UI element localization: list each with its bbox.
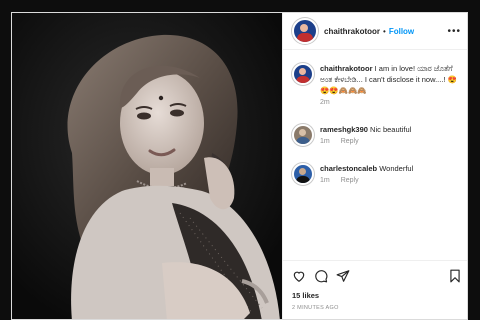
comment-text-block: chaithrakotoor I am in love! ಯಾರ ಜೊತೆಗೆ …	[320, 63, 462, 96]
comment-meta: 1m Reply	[320, 177, 462, 184]
avatar[interactable]	[292, 163, 314, 185]
comment-text-block: rameshgk390 Nic beautiful	[320, 124, 462, 135]
send-icon[interactable]	[336, 269, 350, 283]
avatar[interactable]	[292, 63, 314, 85]
comment-time: 1m	[320, 138, 330, 145]
heart-icon[interactable]	[292, 269, 306, 283]
bookmark-icon[interactable]	[448, 269, 462, 283]
comment-username[interactable]: rameshgk390	[320, 125, 368, 134]
comment-username[interactable]: charlestoncaleb	[320, 164, 377, 173]
reply-button[interactable]: Reply	[341, 138, 359, 145]
more-options-icon[interactable]: •••	[447, 26, 461, 37]
comment-item: charlestoncaleb Wonderful 1m Reply	[292, 163, 462, 185]
comment-text: Nic beautiful	[370, 125, 412, 134]
comment-meta: 1m Reply	[320, 138, 462, 145]
action-bar: 15 likes 2 MINUTES AGO	[283, 260, 467, 319]
comment-icon[interactable]	[314, 269, 328, 283]
comment-meta: 2m	[320, 99, 462, 106]
post-username[interactable]: chaithrakotoor	[324, 27, 380, 36]
post-header: chaithrakotoor • Follow •••	[283, 13, 467, 50]
caption-comment: chaithrakotoor I am in love! ಯಾರ ಜೊತೆಗೆ …	[292, 63, 462, 106]
avatar[interactable]	[292, 124, 314, 146]
comment-username[interactable]: chaithrakotoor	[320, 64, 373, 73]
likes-count[interactable]: 15 likes	[292, 291, 319, 300]
post-timestamp: 2 MINUTES AGO	[292, 305, 339, 311]
separator-dot: •	[383, 26, 386, 36]
avatar[interactable]	[292, 18, 318, 44]
comment-text-block: charlestoncaleb Wonderful	[320, 163, 462, 174]
portrait-image	[12, 13, 282, 319]
comment-item: rameshgk390 Nic beautiful 1m Reply	[292, 124, 462, 146]
comment-time: 1m	[320, 177, 330, 184]
instagram-post: chaithrakotoor • Follow ••• chaithrakoto…	[11, 12, 468, 320]
post-photo[interactable]	[12, 13, 282, 319]
reply-button[interactable]: Reply	[341, 177, 359, 184]
comment-text: Wonderful	[379, 164, 414, 173]
follow-button[interactable]: Follow	[389, 27, 414, 36]
comment-time: 2m	[320, 99, 330, 106]
post-sidebar: chaithrakotoor • Follow ••• chaithrakoto…	[282, 13, 467, 319]
